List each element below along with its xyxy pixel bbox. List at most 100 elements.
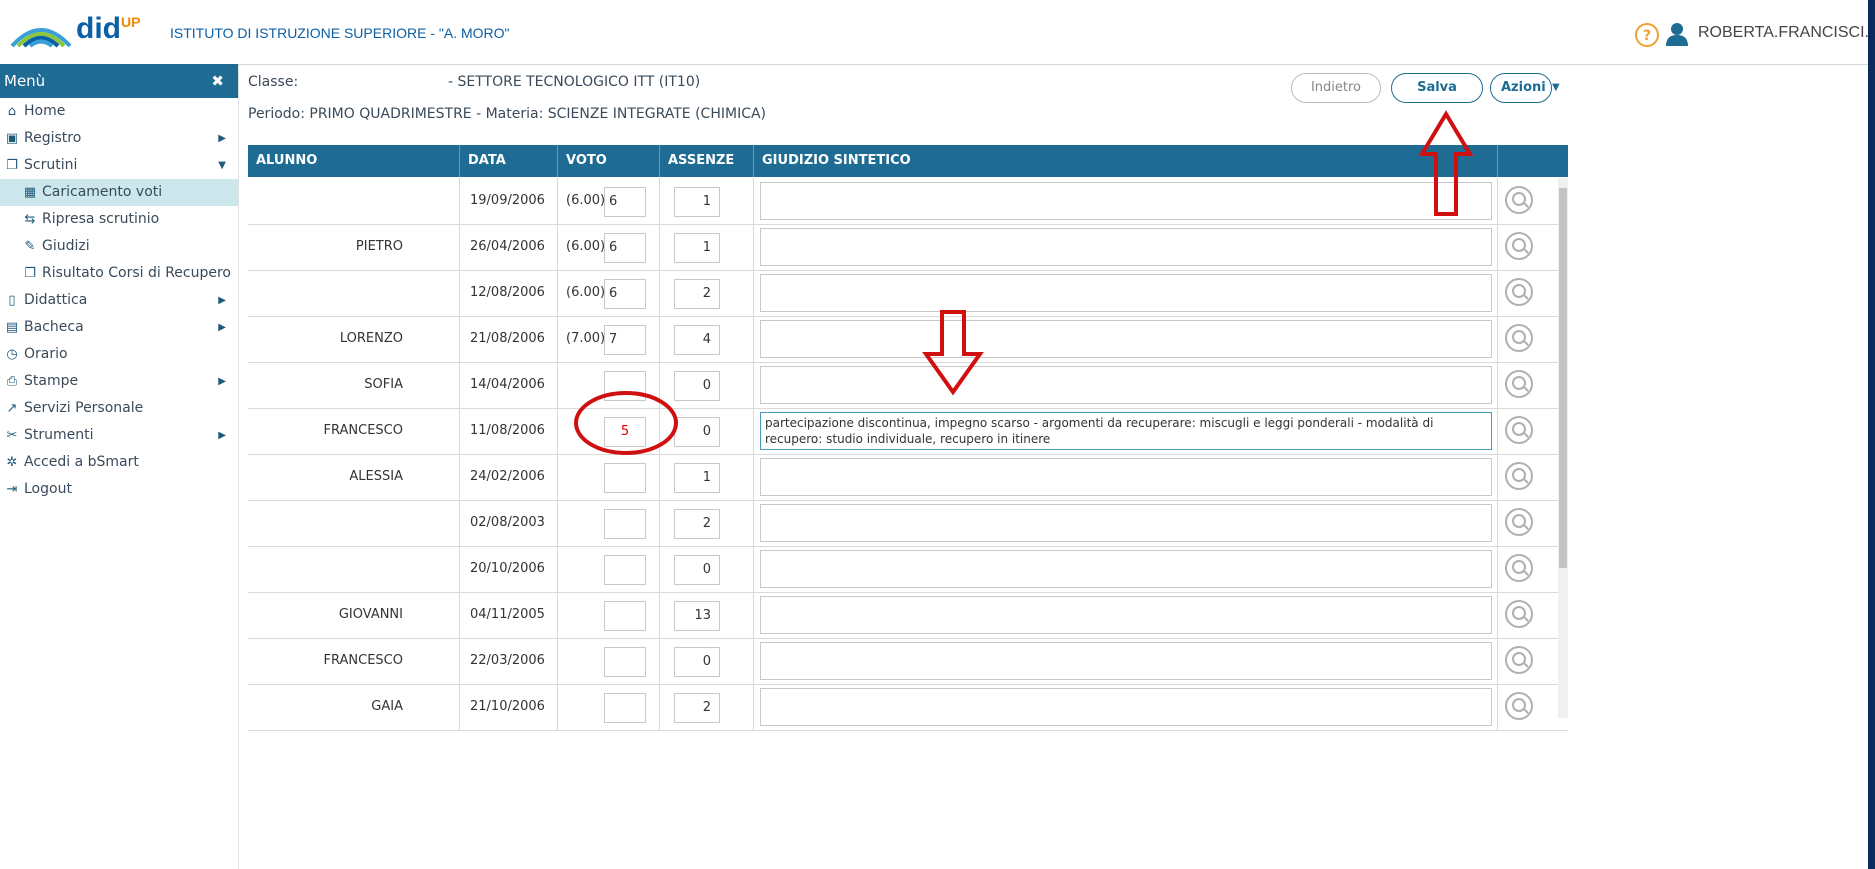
sidebar-item-strumenti[interactable]: ✂ Strumenti ▶	[0, 422, 238, 449]
close-menu-icon[interactable]: ✖	[211, 64, 224, 98]
grade-input[interactable]: 7	[604, 325, 646, 355]
absences-input[interactable]: 1	[674, 233, 720, 263]
absences-input[interactable]: 0	[674, 371, 720, 401]
absences-input[interactable]: 13	[674, 601, 720, 631]
sidebar-item-servizi-personale[interactable]: ↗ Servizi Personale	[0, 395, 238, 422]
judgment-textarea[interactable]	[760, 596, 1492, 634]
sidebar-item-orario[interactable]: ◷ Orario	[0, 341, 238, 368]
sidebar-item-scrutini[interactable]: ❐ Scrutini ▼	[0, 152, 238, 179]
grade-input[interactable]: 6	[604, 233, 646, 263]
grade-cell	[558, 362, 660, 408]
birth-date-cell: 24/02/2006	[460, 454, 558, 500]
class-info: Classe: - SETTORE TECNOLOGICO ITT (IT10)	[248, 74, 700, 90]
sidebar-item-bsmart[interactable]: ✲ Accedi a bSmart	[0, 449, 238, 476]
absences-input[interactable]: 2	[674, 509, 720, 539]
judgment-cell	[754, 454, 1498, 500]
judgment-textarea[interactable]	[760, 366, 1492, 404]
scrollbar-thumb[interactable]	[1559, 188, 1567, 568]
save-button[interactable]: Salva	[1391, 73, 1483, 103]
absences-cell: 4	[660, 316, 754, 362]
absences-input[interactable]: 4	[674, 325, 720, 355]
judgment-textarea[interactable]	[760, 504, 1492, 542]
sidebar-item-registro[interactable]: ▣ Registro ▶	[0, 125, 238, 152]
absences-input[interactable]: 2	[674, 279, 720, 309]
sidebar-item-caricamento-voti[interactable]: ▦ Caricamento voti	[0, 179, 238, 206]
magnifier-icon[interactable]	[1505, 462, 1533, 490]
magnifier-icon[interactable]	[1505, 508, 1533, 536]
column-header-assenze[interactable]: ASSENZE	[660, 145, 754, 177]
grade-input[interactable]	[604, 371, 646, 401]
sidebar-item-stampe[interactable]: ⎙ Stampe ▶	[0, 368, 238, 395]
birth-date: 19/09/2006	[470, 193, 545, 208]
chevron-right-icon: ▶	[218, 133, 226, 144]
absences-input[interactable]: 1	[674, 187, 720, 217]
grade-input[interactable]	[604, 647, 646, 677]
judgment-textarea[interactable]	[760, 550, 1492, 588]
grade-input[interactable]	[604, 693, 646, 723]
chevron-down-icon: ▼	[218, 160, 226, 171]
grade-input[interactable]	[604, 463, 646, 493]
chevron-down-icon[interactable]: ▼	[1552, 73, 1568, 103]
user-icon[interactable]	[1666, 22, 1688, 46]
absences-input[interactable]: 1	[674, 463, 720, 493]
column-header-giudizio[interactable]: GIUDIZIO SINTETICO	[754, 145, 1498, 177]
magnifier-icon[interactable]	[1505, 646, 1533, 674]
magnifier-icon[interactable]	[1505, 416, 1533, 444]
absences-input[interactable]: 2	[674, 693, 720, 723]
sidebar-item-ripresa-scrutinio[interactable]: ⇆ Ripresa scrutinio	[0, 206, 238, 233]
judgment-cell: partecipazione discontinua, impegno scar…	[754, 408, 1498, 454]
table-scrollbar[interactable]	[1558, 178, 1568, 718]
grade-input[interactable]	[604, 601, 646, 631]
sidebar-item-logout[interactable]: ⇥ Logout	[0, 476, 238, 503]
chevron-right-icon: ▶	[218, 295, 226, 306]
absences-input[interactable]: 0	[674, 647, 720, 677]
magnifier-icon[interactable]	[1505, 554, 1533, 582]
sidebar-item-risultato-corsi[interactable]: ❐ Risultato Corsi di Recupero	[0, 260, 238, 287]
magnifier-icon[interactable]	[1505, 600, 1533, 628]
absences-input[interactable]: 0	[674, 555, 720, 585]
absences-input[interactable]: 0	[674, 417, 720, 447]
judgment-textarea[interactable]	[760, 688, 1492, 726]
table-row: GAIA 21/10/2006 2	[248, 684, 1568, 731]
share-icon: ↗	[6, 401, 18, 416]
actions-button[interactable]: Azioni	[1490, 73, 1552, 103]
judgment-textarea[interactable]	[760, 228, 1492, 266]
table-row: FRANCESCO 11/08/2006 5 0 partecipazione disc…	[248, 408, 1568, 455]
judgment-textarea[interactable]	[760, 274, 1492, 312]
sidebar-item-bacheca[interactable]: ▤ Bacheca ▶	[0, 314, 238, 341]
grade-input[interactable]: 6	[604, 187, 646, 217]
judgment-textarea[interactable]: partecipazione discontinua, impegno scar…	[760, 412, 1492, 450]
grade-input[interactable]	[604, 509, 646, 539]
student-name: GAIA	[371, 699, 403, 714]
sidebar-item-home[interactable]: ⌂ Home	[0, 98, 238, 125]
sidebar-item-didattica[interactable]: ▯ Didattica ▶	[0, 287, 238, 314]
judgment-textarea[interactable]	[760, 458, 1492, 496]
magnifier-icon[interactable]	[1505, 278, 1533, 306]
table-row: PIETRO 26/04/2006 (6.00) 6 1	[248, 224, 1568, 271]
back-button[interactable]: Indietro	[1291, 73, 1381, 103]
magnifier-icon[interactable]	[1505, 370, 1533, 398]
column-header-alunno[interactable]: ALUNNO	[248, 145, 460, 177]
table-row: LORENZO 21/08/2006 (7.00) 7 4	[248, 316, 1568, 363]
column-header-voto[interactable]: VOTO	[558, 145, 660, 177]
grade-cell: (6.00) 6	[558, 224, 660, 270]
birth-date: 21/10/2006	[470, 699, 545, 714]
magnifier-icon[interactable]	[1505, 324, 1533, 352]
calendar-icon: ▣	[5, 131, 19, 146]
table-row: SOFIA 14/04/2006 0	[248, 362, 1568, 409]
grade-input[interactable]	[604, 555, 646, 585]
magnifier-icon[interactable]	[1505, 692, 1533, 720]
sidebar-item-giudizi[interactable]: ✎ Giudizi	[0, 233, 238, 260]
grade-input[interactable]: 5	[604, 417, 646, 447]
grade-input[interactable]: 6	[604, 279, 646, 309]
username[interactable]: ROBERTA.FRANCISCI.SG17411	[1698, 24, 1868, 42]
proposed-grade: (7.00)	[566, 331, 606, 346]
menu-header: Menù ✖	[0, 64, 238, 98]
column-header-data-nascita[interactable]: DATA NASC...	[460, 145, 558, 200]
judgment-textarea[interactable]	[760, 182, 1492, 220]
judgment-textarea[interactable]	[760, 320, 1492, 358]
help-icon[interactable]: ?	[1635, 23, 1659, 47]
magnifier-icon[interactable]	[1505, 186, 1533, 214]
magnifier-icon[interactable]	[1505, 232, 1533, 260]
judgment-textarea[interactable]	[760, 642, 1492, 680]
